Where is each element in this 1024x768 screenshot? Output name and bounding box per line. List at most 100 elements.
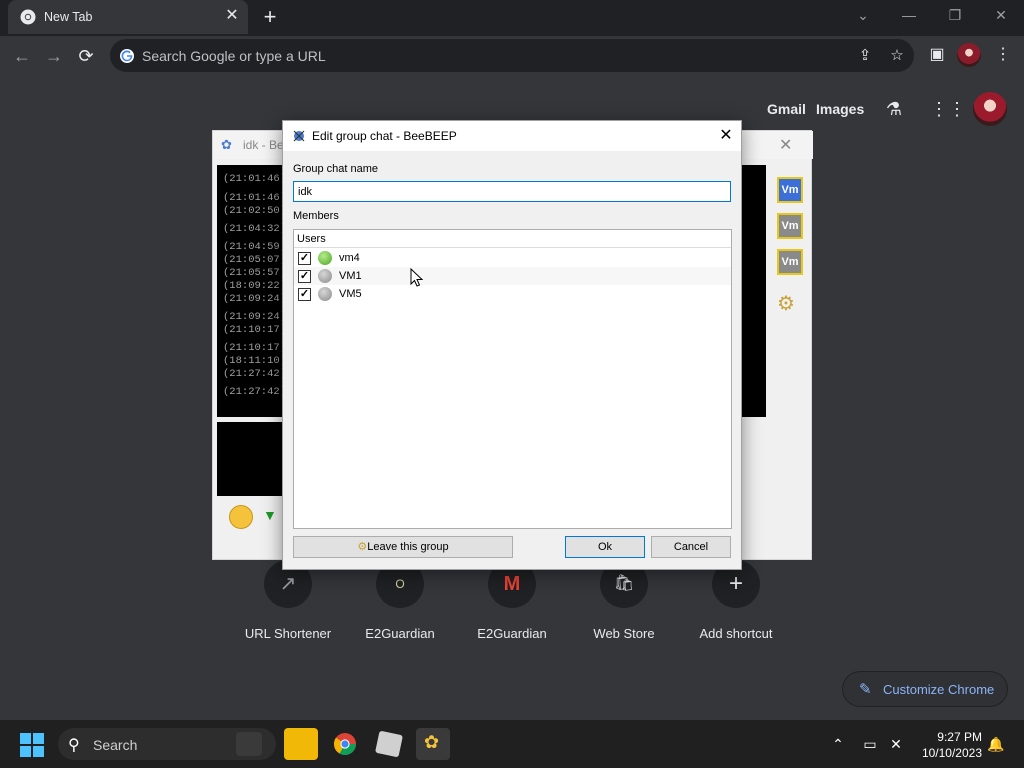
log-time: (21:05:07) — [223, 254, 287, 266]
labs-flask-icon[interactable]: ⚗ — [882, 97, 906, 121]
bee-icon: ✿ — [424, 732, 440, 752]
member-checkbox[interactable]: ✓ — [298, 270, 311, 283]
roblox-icon[interactable] — [375, 730, 403, 758]
shortcut-label: E2Guardian — [365, 626, 435, 641]
maximize-button[interactable]: ❐ — [940, 4, 970, 26]
tab-close-icon[interactable]: ✕ — [224, 8, 240, 24]
browser-toolbar: ← → ⟳ Search Google or type a URL ⇪ ☆ ▣ … — [0, 36, 1024, 76]
member-checkbox[interactable]: ✓ — [298, 252, 311, 265]
beebeep-icon — [293, 130, 305, 142]
log-time: (18:09:22) — [223, 280, 287, 292]
close-window-button[interactable]: ✕ — [986, 4, 1016, 26]
bg-window-close-icon[interactable]: ✕ — [779, 135, 792, 155]
chrome-taskbar-icon[interactable] — [328, 728, 362, 760]
windows-start-icon[interactable] — [20, 733, 44, 757]
forward-button[interactable]: → — [42, 44, 66, 68]
member-name: VM1 — [339, 270, 362, 282]
back-button[interactable]: ← — [10, 44, 34, 68]
images-link[interactable]: Images — [816, 101, 864, 117]
vm-user-badge[interactable]: Vm — [777, 213, 803, 239]
show-hidden-icons-icon[interactable]: ⌃ — [828, 734, 848, 754]
system-clock[interactable]: 9:27 PM 10/10/2023 — [906, 729, 982, 761]
log-time: (21:09:24) — [223, 311, 287, 323]
log-time: (21:09:24) — [223, 293, 287, 305]
log-time: (21:01:46) — [223, 173, 287, 185]
shortcut-web-store[interactable]: 🛍 Web Store — [568, 560, 680, 650]
shortcut-e2guardian-1[interactable]: O E2Guardian — [344, 560, 456, 650]
users-header-text: Users — [297, 233, 326, 245]
group-name-label: Group chat name — [293, 163, 378, 175]
status-offline-icon — [318, 287, 332, 301]
log-time: (21:27:42) — [223, 368, 287, 380]
gmail-link[interactable]: Gmail — [767, 101, 806, 117]
network-icon[interactable]: ▭ — [860, 734, 880, 754]
taskbar: ⚲ Search ✿ ⌃ ▭ ✕ 9:27 PM 10/10/2023 🔔 — [0, 720, 1024, 768]
shortcut-add[interactable]: + Add shortcut — [680, 560, 792, 650]
menu-dots-icon[interactable]: ⋮ — [992, 44, 1014, 66]
omnibox[interactable]: Search Google or type a URL ⇪ ☆ — [110, 39, 914, 72]
leave-group-button[interactable]: ⚙Leave this group — [293, 536, 513, 558]
member-row-vm1[interactable]: ✓ VM1 — [294, 267, 731, 285]
volume-muted-icon[interactable]: ✕ — [886, 734, 906, 754]
notification-bell-icon[interactable]: 🔔 — [986, 734, 1006, 754]
search-icon: ⚲ — [68, 737, 80, 754]
new-tab-button[interactable]: + — [259, 6, 281, 28]
reload-button[interactable]: ⟳ — [74, 44, 98, 68]
emoticon-icon[interactable] — [229, 505, 253, 529]
log-time: (21:05:57) — [223, 267, 287, 279]
file-explorer-icon[interactable] — [284, 728, 318, 760]
users-column-header[interactable]: Users — [294, 230, 731, 248]
status-online-icon — [318, 251, 332, 265]
taskbar-search[interactable]: ⚲ Search — [58, 728, 276, 760]
beebeep-taskbar-icon[interactable]: ✿ — [416, 728, 450, 760]
tab-new-tab[interactable]: New Tab ✕ — [8, 0, 248, 34]
dialog-close-icon[interactable]: ✕ — [716, 126, 736, 146]
member-row-vm5[interactable]: ✓ VM5 — [294, 285, 731, 303]
cancel-button[interactable]: Cancel — [651, 536, 731, 558]
vm-user-badge[interactable]: Vm — [777, 177, 803, 203]
log-time: (21:10:17) — [223, 342, 287, 354]
apps-grid-icon[interactable]: ⋮⋮ — [930, 97, 966, 121]
tab-search-icon[interactable]: ⌄ — [848, 4, 878, 26]
members-list[interactable]: Users ✓ vm4 ✓ VM1 ✓ VM5 — [293, 229, 732, 529]
dialog-title: Edit group chat - BeeBEEP — [312, 129, 457, 143]
shortcut-label: Web Store — [593, 626, 655, 641]
member-name: vm4 — [339, 252, 360, 264]
leave-group-label: Leave this group — [367, 541, 449, 553]
omnibox-placeholder: Search Google or type a URL — [142, 48, 326, 64]
chat-log-right — [739, 165, 766, 417]
shortcut-e2guardian-2[interactable]: M E2Guardian — [456, 560, 568, 650]
group-name-input[interactable] — [293, 181, 731, 202]
customize-label: Customize Chrome — [883, 682, 995, 697]
message-input-area[interactable] — [217, 422, 287, 496]
bookmark-star-icon[interactable]: ☆ — [888, 47, 906, 65]
bg-window-title: idk - Be — [243, 138, 284, 152]
side-panel-icon[interactable]: ▣ — [926, 44, 948, 66]
customize-chrome-button[interactable]: ✎ Customize Chrome — [843, 672, 1007, 706]
status-offline-icon — [318, 269, 332, 283]
shortcut-url-shortener[interactable]: ↗ URL Shortener — [232, 560, 344, 650]
log-time: (21:10:17) — [223, 324, 287, 336]
log-time: (21:04:59) — [223, 241, 287, 253]
ok-button[interactable]: Ok — [565, 536, 645, 558]
shortcut-label: URL Shortener — [244, 626, 332, 641]
minimize-button[interactable]: — — [894, 4, 924, 26]
log-time: (21:01:46) — [223, 192, 287, 204]
share-icon[interactable]: ⇪ — [856, 47, 874, 65]
member-row-vm4[interactable]: ✓ vm4 — [294, 249, 731, 267]
group-icon[interactable]: ⚙ — [777, 291, 795, 316]
dialog-titlebar: Edit group chat - BeeBEEP ✕ — [283, 121, 741, 151]
pencil-icon: ✎ — [859, 681, 872, 698]
log-time: (21:27:42) — [223, 386, 287, 398]
member-checkbox[interactable]: ✓ — [298, 288, 311, 301]
clock-date: 10/10/2023 — [921, 746, 982, 760]
log-time: (18:11:10) — [223, 355, 287, 367]
group-icon: ⚙ — [357, 541, 368, 553]
download-arrow-icon[interactable]: ▼ — [263, 507, 277, 523]
tab-strip: New Tab ✕ + ⌄ — ❐ ✕ — [0, 0, 1024, 36]
account-avatar[interactable] — [973, 92, 1007, 126]
taskbar-search-label: Search — [93, 737, 138, 753]
profile-avatar[interactable] — [957, 43, 981, 67]
chat-log[interactable]: (21:01:46) (21:01:46) (21:02:50) (21:04:… — [217, 165, 287, 417]
vm-user-badge[interactable]: Vm — [777, 249, 803, 275]
